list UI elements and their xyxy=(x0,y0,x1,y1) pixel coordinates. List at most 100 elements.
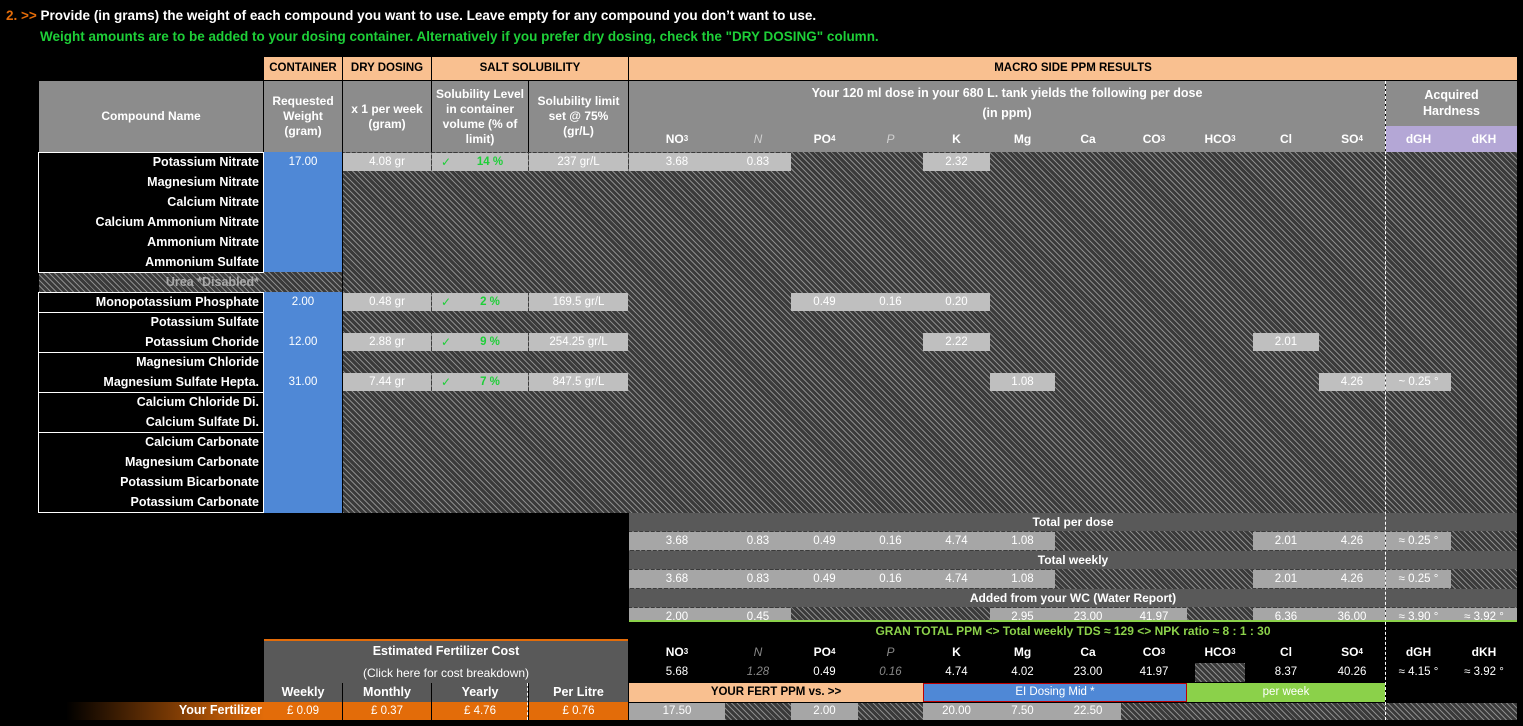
magnesium-group xyxy=(38,352,264,393)
weight-input[interactable] xyxy=(264,392,342,412)
grand-hardness-dgh: ≈ 4.15 ° xyxy=(1398,666,1439,679)
period-select[interactable]: per week xyxy=(1187,683,1385,702)
total-po4: 0.49 xyxy=(791,570,858,588)
weight-input[interactable] xyxy=(264,212,342,232)
total-no3: 3.68 xyxy=(629,532,725,550)
weight-input[interactable] xyxy=(264,352,342,372)
grand-hardness-header-dgh: dGH xyxy=(1405,644,1432,659)
solubility-percent: 7 % xyxy=(480,375,500,388)
macro-results-header: MACRO SIDE PPM RESULTS xyxy=(629,57,1517,80)
grand-total-p: 0.16 xyxy=(879,666,902,679)
check-icon: ✓ xyxy=(440,334,452,349)
cost-value-monthly: £ 0.37 xyxy=(343,702,431,720)
hardness-dgh: ~ 0.25 ° xyxy=(1386,373,1451,391)
hardness-header-dgh: dGH xyxy=(1405,131,1432,146)
grand-total-n: 1.28 xyxy=(746,666,770,679)
weight-input[interactable]: 2.00 xyxy=(264,292,342,312)
compare-ca: 22.50 xyxy=(1055,703,1121,720)
ppm-k: 2.32 xyxy=(923,153,990,171)
dry-dosing-value: 0.48 gr xyxy=(343,293,431,311)
total-n: 0.83 xyxy=(725,570,791,588)
grand-total-mg: 4.02 xyxy=(1011,666,1034,679)
check-icon: ✓ xyxy=(440,374,452,389)
potassium-group xyxy=(38,312,264,353)
dose-line-1: Your 120 ml dose in your 680 L. tank yie… xyxy=(811,86,1203,100)
total-no3: 3.68 xyxy=(629,570,725,588)
grand-total-empty xyxy=(1195,663,1245,682)
total-k: 4.74 xyxy=(923,532,990,550)
grand-hardness-header-dkh: dKH xyxy=(1471,644,1497,659)
dose-description-header: Your 120 ml dose in your 680 L. tank yie… xyxy=(629,81,1385,126)
your-fertilizer-label: Your Fertilizer xyxy=(178,703,262,718)
hardness-separator xyxy=(1385,81,1386,720)
weight-input[interactable] xyxy=(264,312,342,332)
weight-input[interactable] xyxy=(264,252,342,272)
ppm-so4: 4.26 xyxy=(1319,373,1385,391)
grand-hardness-dkh: ≈ 3.92 ° xyxy=(1464,666,1504,679)
grand-ion-header-n: N xyxy=(753,644,763,659)
carbonate-group xyxy=(38,432,264,513)
total-cl: 2.01 xyxy=(1253,532,1319,550)
total-p: 0.16 xyxy=(858,532,923,550)
salt-solubility-header: SALT SOLUBILITY xyxy=(432,57,628,80)
cost-value-per-litre: £ 0.76 xyxy=(529,702,628,720)
weight-input[interactable]: 12.00 xyxy=(264,332,342,352)
cost-separator xyxy=(527,683,528,720)
grand-ion-header-cl: Cl xyxy=(1280,644,1292,659)
weight-input[interactable] xyxy=(264,472,342,492)
instruction-text-1: Provide (in grams) the weight of each co… xyxy=(40,8,817,23)
target-method-select[interactable]: EI Dosing Mid * xyxy=(923,683,1187,702)
cost-breakdown-link[interactable]: (Click here for cost breakdown) xyxy=(264,663,628,683)
grand-ion-header-so4: SO 4 xyxy=(1341,644,1363,659)
total-cl: 2.01 xyxy=(1253,570,1319,588)
weight-input[interactable] xyxy=(264,192,342,212)
grand-total-so4: 40.26 xyxy=(1337,666,1367,679)
hardness-header-dkh: dKH xyxy=(1471,131,1497,146)
weight-input[interactable] xyxy=(264,172,342,192)
grand-ion-header-ca: Ca xyxy=(1080,644,1096,659)
weight-input[interactable]: 17.00 xyxy=(264,152,342,172)
dry-dosing-value: 7.44 gr xyxy=(343,373,431,391)
solubility-level-header: Solubility Level in container volume (% … xyxy=(432,81,528,152)
grand-ion-header-no3: NO 3 xyxy=(665,644,689,659)
weight-input[interactable] xyxy=(264,452,342,472)
calcium-group xyxy=(38,392,264,433)
ppm-n: 0.83 xyxy=(725,153,791,171)
weight-input[interactable] xyxy=(264,432,342,452)
weight-input[interactable] xyxy=(264,412,342,432)
ion-header-co3: CO 3 xyxy=(1142,131,1166,146)
dose-line-2: (in ppm) xyxy=(982,106,1032,120)
solubility-percent: 9 % xyxy=(480,335,500,348)
grand-total-cl: 8.37 xyxy=(1274,666,1298,679)
grand-ion-header-co3: CO 3 xyxy=(1142,644,1166,659)
dry-dosing-value: 2.88 gr xyxy=(343,333,431,351)
grand-ion-header-k: K xyxy=(952,644,961,659)
cost-col-yearly: Yearly xyxy=(432,683,528,702)
weight-input[interactable]: 31.00 xyxy=(264,372,342,392)
cost-value-yearly: £ 4.76 xyxy=(432,702,528,720)
grand-ion-header-p: P xyxy=(886,644,895,659)
total-p: 0.16 xyxy=(858,570,923,588)
solubility-limit: 254.25 gr/L xyxy=(529,333,628,351)
total-dgh: ≈ 0.25 ° xyxy=(1386,532,1451,550)
total-dgh: ≈ 0.25 ° xyxy=(1386,570,1451,588)
step-marker: 2. >> xyxy=(6,8,37,23)
fertilizer-calculator-sheet: { "instructions": { "step": "2. >>", "li… xyxy=(0,0,1523,726)
ion-header-po4: PO 4 xyxy=(813,131,836,146)
weight-input[interactable] xyxy=(264,232,342,252)
weight-input[interactable] xyxy=(264,492,342,512)
ion-header-cl: Cl xyxy=(1280,131,1292,146)
instruction-line-2: Weight amounts are to be added to your d… xyxy=(40,29,879,44)
ion-header-n: N xyxy=(753,131,763,146)
check-icon: ✓ xyxy=(440,154,452,169)
grand-ion-header-po4: PO 4 xyxy=(813,644,836,659)
check-icon: ✓ xyxy=(440,294,452,309)
ion-header-hco3: HCO 3 xyxy=(1204,131,1236,146)
solubility-limit: 847.5 gr/L xyxy=(529,373,628,391)
ion-header-ca: Ca xyxy=(1080,131,1096,146)
cost-col-per-litre: Per Litre xyxy=(529,683,628,702)
cost-value-weekly: £ 0.09 xyxy=(264,702,342,720)
ppm-k: 0.20 xyxy=(923,293,990,311)
ppm-po4: 0.49 xyxy=(791,293,858,311)
solubility-limit: 237 gr/L xyxy=(529,153,628,171)
